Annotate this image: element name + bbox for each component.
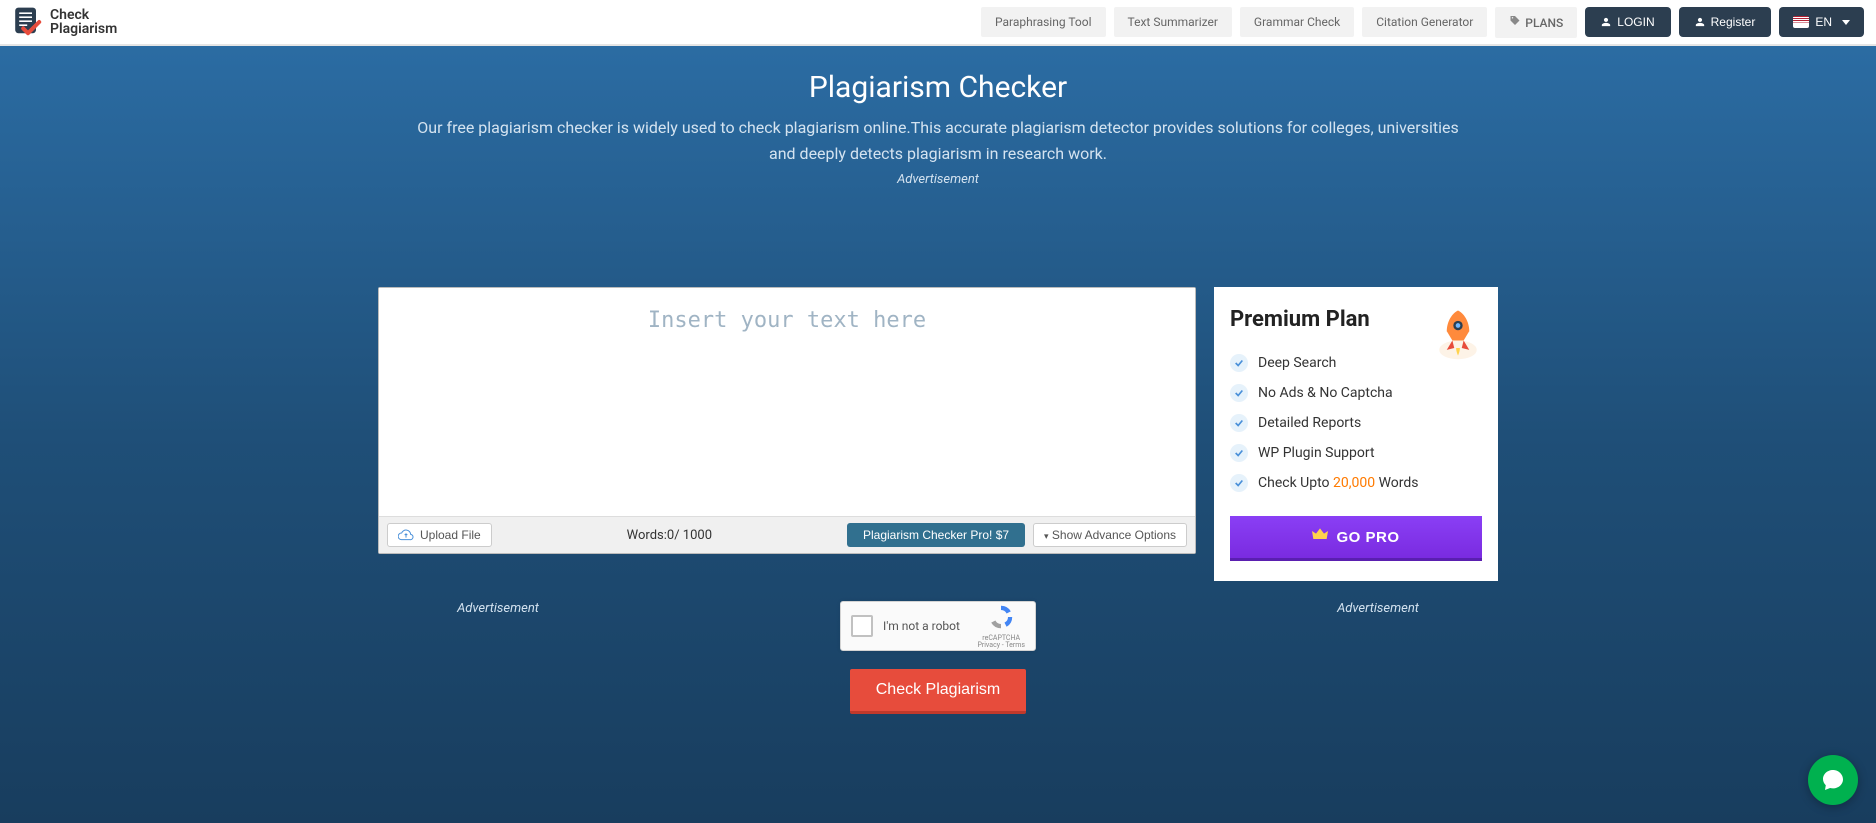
chat-icon: [1821, 768, 1845, 792]
logo[interactable]: Check Plagiarism: [12, 6, 117, 38]
editor-container: Upload File Words:0/ 1000 Plagiarism Che…: [378, 287, 1196, 581]
logo-icon: [12, 6, 44, 38]
check-icon: [1230, 414, 1248, 432]
tag-icon: [1509, 15, 1521, 30]
feature-check-upto: Check Upto 20,000 Words: [1230, 468, 1482, 498]
chat-widget[interactable]: [1808, 755, 1858, 805]
rocket-icon: [1428, 303, 1488, 363]
pro-upgrade-button[interactable]: Plagiarism Checker Pro! $7: [847, 523, 1025, 547]
nav-summarizer[interactable]: Text Summarizer: [1114, 7, 1232, 37]
go-pro-button[interactable]: GO PRO: [1230, 516, 1482, 561]
page-title: Plagiarism Checker: [0, 70, 1876, 105]
user-icon: [1601, 17, 1611, 27]
crown-icon: [1312, 528, 1328, 546]
nav-paraphrasing[interactable]: Paraphrasing Tool: [981, 7, 1106, 37]
feature-no-ads: No Ads & No Captcha: [1230, 378, 1482, 408]
check-icon: [1230, 354, 1248, 372]
editor-toolbar: Upload File Words:0/ 1000 Plagiarism Che…: [379, 516, 1195, 553]
premium-plan-card: Premium Plan Deep Search No Ads & No Cap…: [1214, 287, 1498, 581]
cloud-upload-icon: [398, 529, 414, 541]
advance-options-button[interactable]: ▾ Show Advance Options: [1033, 523, 1187, 547]
header: Check Plagiarism Paraphrasing Tool Text …: [0, 0, 1876, 46]
ad-label-left: Advertisement: [398, 601, 598, 616]
nav-citation[interactable]: Citation Generator: [1362, 7, 1487, 37]
feature-wp-plugin: WP Plugin Support: [1230, 438, 1482, 468]
recaptcha-checkbox[interactable]: [851, 615, 873, 637]
word-count: Words:0/ 1000: [500, 528, 839, 543]
check-icon: [1230, 384, 1248, 402]
ad-label-top: Advertisement: [0, 172, 1876, 187]
check-plagiarism-button[interactable]: Check Plagiarism: [850, 669, 1026, 714]
ad-label-right: Advertisement: [1278, 601, 1478, 616]
feature-reports: Detailed Reports: [1230, 408, 1482, 438]
page-subtitle: Our free plagiarism checker is widely us…: [388, 115, 1488, 166]
text-input[interactable]: [379, 288, 1195, 512]
check-icon: [1230, 444, 1248, 462]
recaptcha-text: I'm not a robot: [883, 619, 967, 633]
check-icon: [1230, 474, 1248, 492]
recaptcha[interactable]: I'm not a robot reCAPTCHA Privacy - Term…: [840, 601, 1036, 651]
login-button[interactable]: LOGIN: [1585, 7, 1670, 37]
hero-section: Plagiarism Checker Our free plagiarism c…: [0, 46, 1876, 823]
user-icon: [1695, 17, 1705, 27]
flag-icon: [1793, 16, 1809, 28]
nav-plans[interactable]: PLANS: [1495, 7, 1577, 38]
upload-file-button[interactable]: Upload File: [387, 523, 492, 547]
nav-grammar[interactable]: Grammar Check: [1240, 7, 1354, 37]
register-button[interactable]: Register: [1679, 7, 1772, 37]
language-selector[interactable]: EN: [1779, 7, 1864, 37]
nav-right: Paraphrasing Tool Text Summarizer Gramma…: [981, 7, 1864, 38]
recaptcha-logo: reCAPTCHA Privacy - Terms: [977, 603, 1025, 649]
logo-text: Check Plagiarism: [50, 8, 117, 36]
